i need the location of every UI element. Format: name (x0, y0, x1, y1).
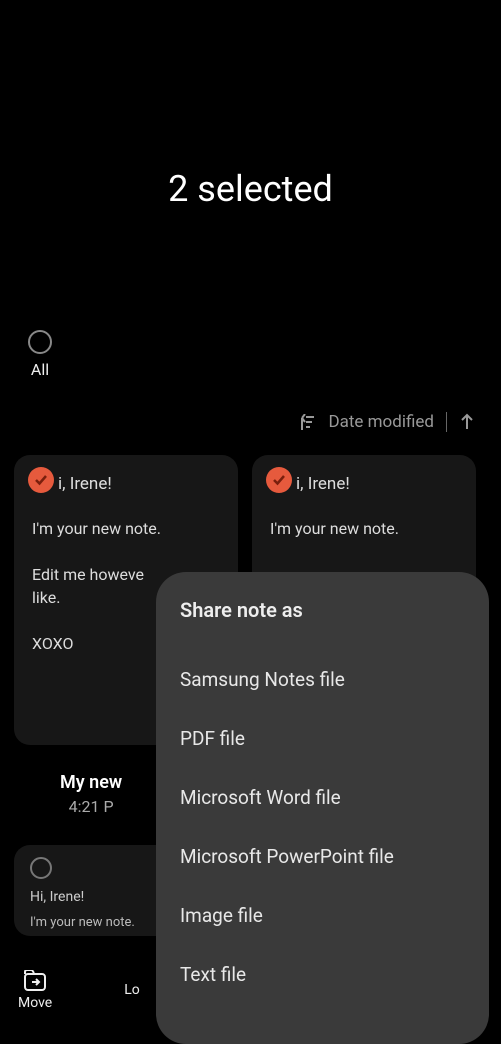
selected-check-icon[interactable] (28, 467, 54, 493)
lock-label: Lo (124, 982, 140, 998)
select-all-toggle[interactable]: All (28, 330, 52, 379)
note-name: My new (60, 772, 122, 793)
lock-button[interactable]: Lo (124, 982, 140, 998)
sort-row[interactable]: Date modified (298, 412, 475, 432)
select-all-label: All (31, 360, 49, 379)
note-greeting: i, Irene! (58, 474, 220, 494)
note-greeting: i, Irene! (296, 474, 458, 494)
note-time: 4:21 P (60, 797, 122, 816)
share-option-text[interactable]: Text file (180, 945, 465, 1004)
sort-label: Date modified (328, 412, 434, 432)
note-line: I'm your new note. (270, 518, 458, 540)
share-sheet-title: Share note as (180, 598, 465, 622)
sort-icon (298, 414, 316, 430)
move-button[interactable]: Move (18, 970, 52, 1011)
share-option-powerpoint[interactable]: Microsoft PowerPoint file (180, 827, 465, 886)
select-all-checkbox-icon (28, 330, 52, 354)
selected-check-icon[interactable] (266, 467, 292, 493)
move-label: Move (18, 995, 52, 1011)
share-option-pdf[interactable]: PDF file (180, 709, 465, 768)
share-option-image[interactable]: Image file (180, 886, 465, 945)
note-caption: My new 4:21 P (60, 772, 122, 816)
page-title: 2 selected (0, 0, 501, 210)
share-sheet: Share note as Samsung Notes file PDF fil… (156, 572, 489, 1044)
unselected-checkbox-icon[interactable] (30, 857, 52, 879)
share-option-word[interactable]: Microsoft Word file (180, 768, 465, 827)
divider (446, 412, 447, 432)
note-line: I'm your new note. (32, 518, 220, 540)
share-option-samsung-notes[interactable]: Samsung Notes file (180, 650, 465, 709)
arrow-up-icon[interactable] (459, 413, 475, 431)
